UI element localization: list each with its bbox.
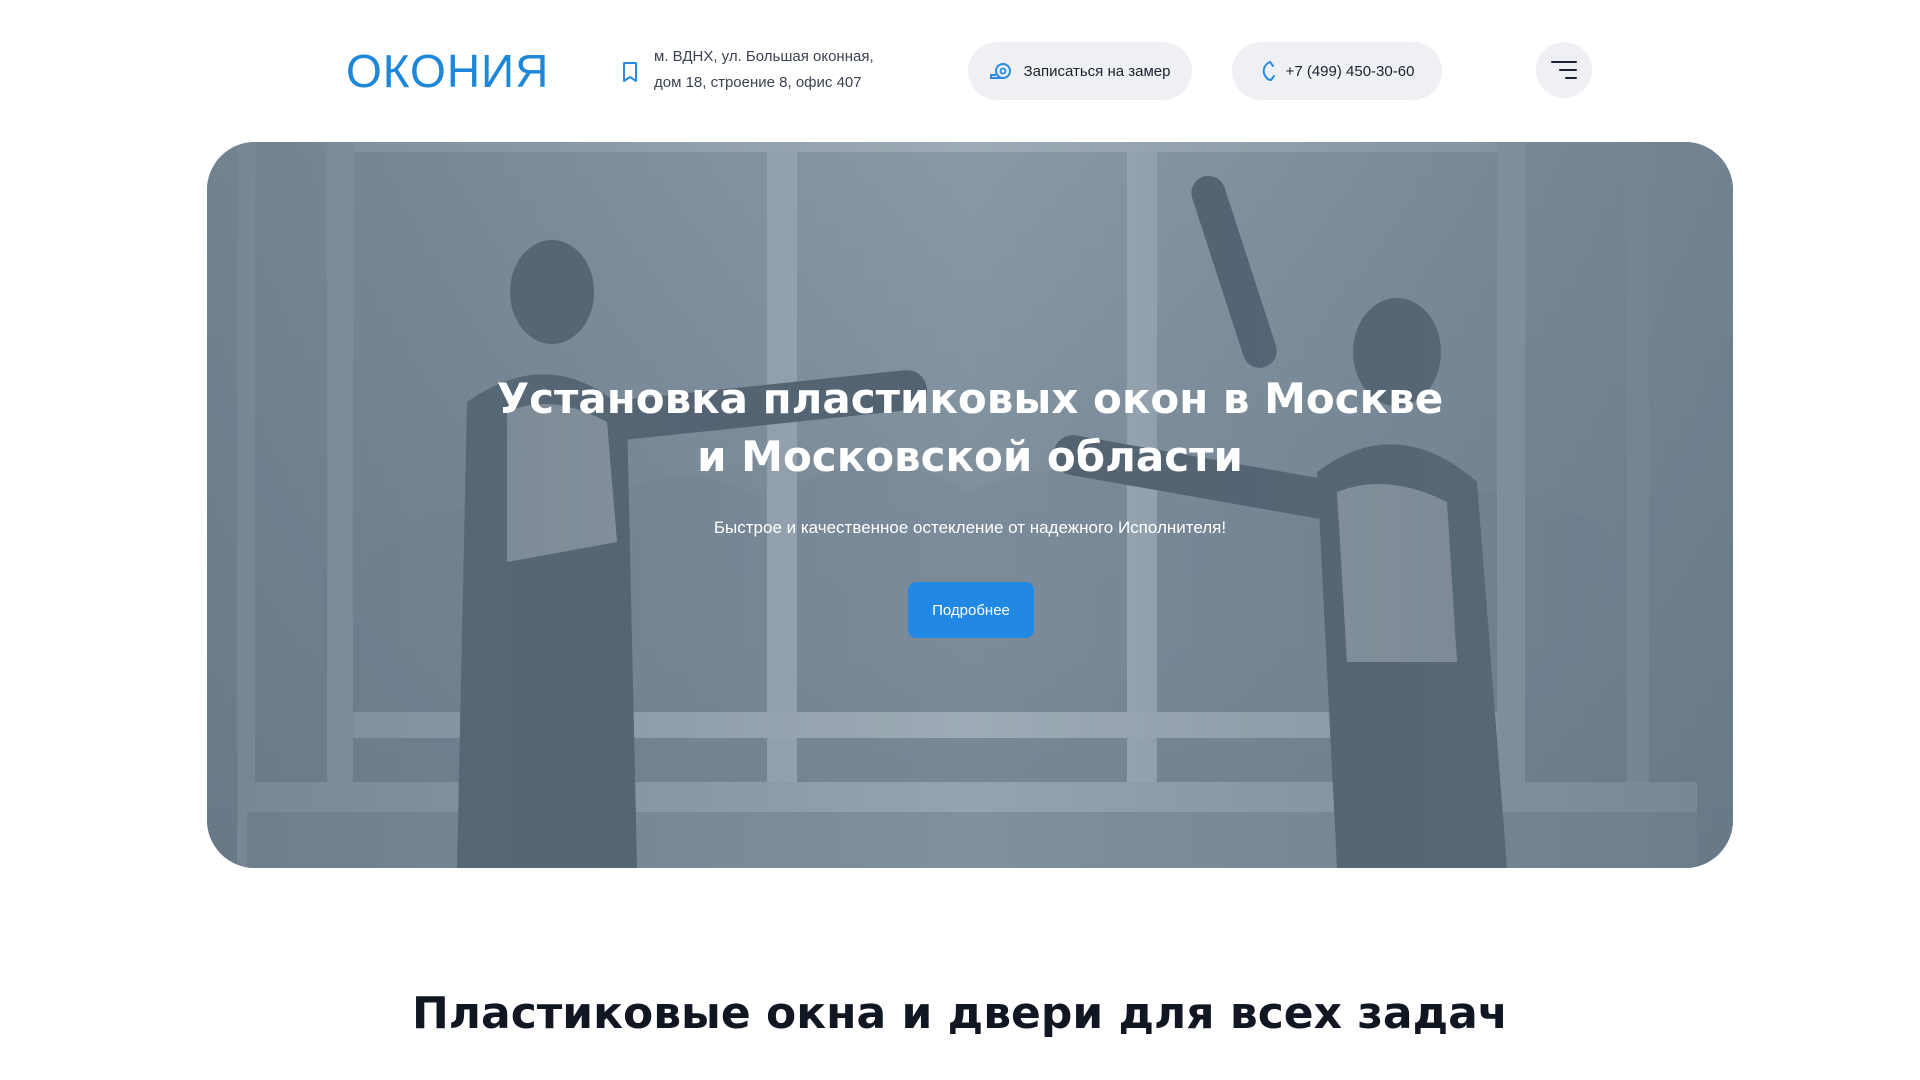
book-measurement-label: Записаться на замер xyxy=(1023,62,1171,80)
hero-title-line-2: и Московской области xyxy=(697,432,1243,481)
phone-label: +7 (499) 450-30-60 xyxy=(1285,62,1415,80)
phone-icon xyxy=(1262,61,1275,81)
tape-measure-icon xyxy=(989,63,1011,79)
hero-banner: Установка пластиковых окон в Москве и Мо… xyxy=(207,142,1733,868)
products-section-title: Пластиковые окна и двери для всех задач xyxy=(411,988,1509,1039)
logo[interactable]: ОКОНИЯ xyxy=(346,44,549,98)
hero-title-line-1: Установка пластиковых окон в Москве xyxy=(496,374,1444,423)
address-text: м. ВДНХ, ул. Большая оконная, дом 18, ст… xyxy=(654,44,874,96)
page: ОКОНИЯ м. ВДНХ, ул. Большая оконная, дом… xyxy=(0,0,1920,1080)
book-measurement-button[interactable]: Записаться на замер xyxy=(968,42,1192,100)
site-header: ОКОНИЯ м. ВДНХ, ул. Большая оконная, дом… xyxy=(0,0,1920,140)
phone-button[interactable]: +7 (499) 450-30-60 xyxy=(1232,42,1442,100)
hero-title: Установка пластиковых окон в Москве и Мо… xyxy=(207,370,1733,486)
hero-background-image xyxy=(207,142,1733,868)
address-line-1: м. ВДНХ, ул. Большая оконная, xyxy=(654,48,874,65)
address-block: м. ВДНХ, ул. Большая оконная, дом 18, ст… xyxy=(620,44,874,96)
address-line-2: дом 18, строение 8, офис 407 xyxy=(654,74,862,91)
hamburger-menu-icon xyxy=(1551,61,1577,79)
menu-button[interactable] xyxy=(1536,42,1592,98)
map-pin-icon xyxy=(623,62,637,82)
hero-subtitle: Быстрое и качественное остекление от над… xyxy=(713,518,1227,537)
more-details-button[interactable]: Подробнее xyxy=(908,582,1034,638)
